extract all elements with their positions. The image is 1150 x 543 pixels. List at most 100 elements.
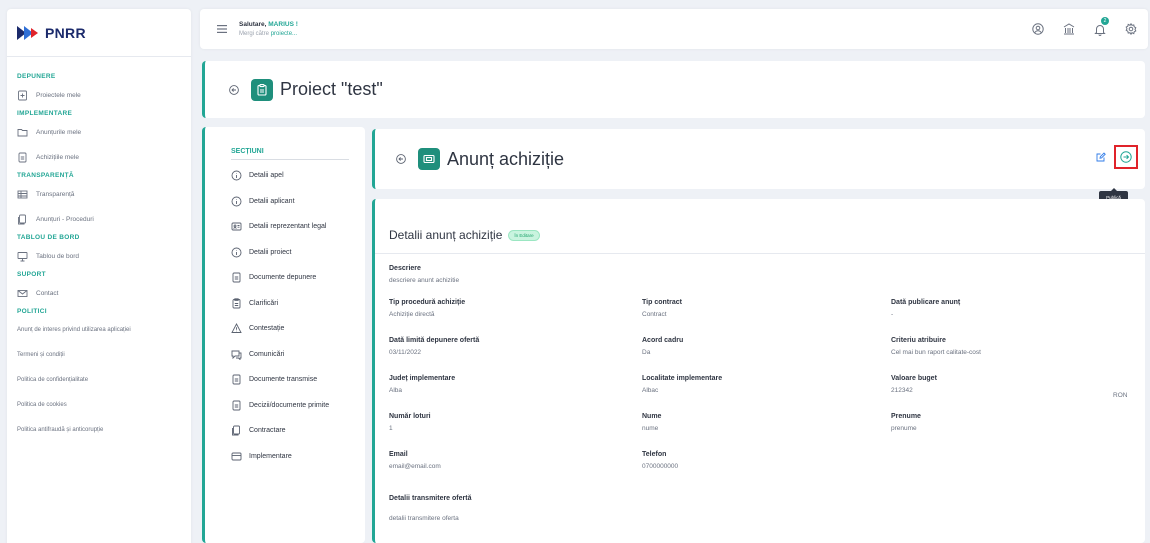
section-item[interactable]: Comunicări bbox=[205, 342, 365, 368]
divider bbox=[375, 253, 1145, 254]
status-badge: În Editare bbox=[508, 229, 540, 241]
section-item-label: Detalii proiect bbox=[249, 248, 292, 256]
field-value: 03/11/2022 bbox=[389, 349, 422, 356]
sidebar-item[interactable]: Tablou de bord bbox=[7, 244, 191, 269]
nav-hint-text: Mergi către bbox=[239, 31, 271, 37]
detail-field: Telefon 0700000000 bbox=[642, 451, 678, 470]
institution-icon[interactable] bbox=[1062, 22, 1076, 36]
policy-link[interactable]: Politica antifraudă și anticorupție bbox=[7, 418, 191, 443]
field-value: descriere anunt achizitie bbox=[389, 277, 460, 284]
greeting-text: Salutare, bbox=[239, 21, 269, 28]
field-label: Acord cadru bbox=[642, 337, 684, 344]
section-item[interactable]: Implementare bbox=[205, 444, 365, 470]
table-icon bbox=[17, 189, 28, 200]
field-label: Email bbox=[389, 451, 408, 458]
sidebar-section-title: DEPUNERE bbox=[17, 73, 56, 80]
field-value: Achiziție directă bbox=[389, 311, 435, 318]
sidebar-item[interactable]: Transparență bbox=[7, 182, 191, 207]
card-icon bbox=[231, 451, 242, 462]
field-value: 0700000000 bbox=[642, 463, 679, 470]
section-item[interactable]: Contractare bbox=[205, 418, 365, 444]
warning-icon bbox=[231, 323, 242, 334]
section-item[interactable]: Detalii aplicant bbox=[205, 189, 365, 215]
settings-icon[interactable] bbox=[1124, 22, 1138, 36]
detail-field: Tip contract Contract bbox=[642, 299, 682, 318]
section-item[interactable]: Contestație bbox=[205, 316, 365, 342]
files-icon bbox=[17, 214, 28, 225]
policy-link[interactable]: Termeni și condiții bbox=[7, 343, 191, 368]
detail-field: Județ implementare Alba bbox=[389, 375, 455, 394]
files-icon bbox=[231, 425, 242, 436]
info-icon bbox=[231, 170, 242, 181]
section-item-label: Contractare bbox=[249, 427, 286, 435]
section-item[interactable]: Decizii/documente primite bbox=[205, 393, 365, 419]
section-item[interactable]: Detalii apel bbox=[205, 163, 365, 189]
user-icon[interactable] bbox=[1031, 22, 1045, 36]
sidebar-item-label: Tablou de bord bbox=[36, 253, 80, 260]
ticket-icon bbox=[418, 148, 440, 170]
bell-icon[interactable]: 2 bbox=[1093, 17, 1109, 36]
sidebar-item[interactable]: Contact bbox=[7, 281, 191, 306]
details-title: Detalii anunț achiziție bbox=[389, 228, 503, 242]
menu-icon[interactable] bbox=[217, 20, 227, 38]
detail-field: Număr loturi 1 bbox=[389, 413, 431, 432]
field-value: 212342 bbox=[891, 387, 913, 394]
field-label: Număr loturi bbox=[389, 413, 431, 420]
logo-icon bbox=[17, 25, 39, 40]
greeting: Salutare, MARIUS ! Mergi către proiecte.… bbox=[239, 21, 298, 37]
section-item-label: Contestație bbox=[249, 325, 285, 333]
field-description: Descriere descriere anunt achizitie bbox=[389, 265, 459, 284]
section-item[interactable]: Documente transmise bbox=[205, 367, 365, 393]
sidebar-item-label: Contact bbox=[36, 290, 59, 297]
field-label: Criteriu atribuire bbox=[891, 337, 946, 344]
logo-text: PNRR bbox=[45, 24, 86, 41]
edit-icon[interactable] bbox=[1096, 152, 1106, 162]
announcement-title: Anunț achiziție bbox=[447, 148, 565, 169]
detail-field: Dată publicare anunț - bbox=[891, 299, 960, 318]
field-label: Dată publicare anunț bbox=[891, 299, 961, 306]
field-value: Cel mai bun raport calitate-cost bbox=[891, 349, 981, 356]
section-item-label: Clarificări bbox=[249, 299, 279, 307]
back-icon[interactable] bbox=[396, 154, 406, 164]
field-label: Valoare buget bbox=[891, 375, 937, 382]
sidebar-section-title: IMPLEMENTARE bbox=[17, 110, 73, 117]
publish-button[interactable] bbox=[1114, 145, 1138, 169]
field-label: Localitate implementare bbox=[642, 375, 723, 382]
clipboard-icon bbox=[231, 298, 242, 309]
mail-icon bbox=[17, 288, 28, 299]
detail-field: Tip procedură achiziție Achiziție directă bbox=[389, 299, 465, 318]
field-label: Tip contract bbox=[642, 299, 682, 306]
sidebar-item[interactable]: Anunțuri - Proceduri bbox=[7, 207, 191, 232]
sidebar: PNRR DEPUNERE Proiectele mele IMPLEMENTARE… bbox=[7, 9, 191, 543]
field-label: Nume bbox=[642, 413, 662, 420]
document-icon bbox=[231, 374, 242, 385]
back-icon[interactable] bbox=[229, 84, 239, 95]
field-value: prenume bbox=[891, 425, 917, 432]
sections-panel: SECȚIUNI Detalii apel Detalii aplicant Det… bbox=[202, 127, 365, 543]
chat-icon bbox=[231, 349, 242, 360]
sidebar-item-label: Anunțuri - Proceduri bbox=[36, 216, 94, 223]
projects-link[interactable]: proiecte... bbox=[271, 31, 297, 37]
section-item-label: Detalii apel bbox=[249, 172, 284, 180]
section-item[interactable]: Clarificări bbox=[205, 291, 365, 317]
sidebar-item[interactable]: Achizițiile mele bbox=[7, 145, 191, 170]
field-label: Descriere bbox=[389, 265, 421, 272]
section-item[interactable]: Detalii proiect bbox=[205, 240, 365, 266]
sidebar-item[interactable]: Proiectele mele bbox=[7, 83, 191, 108]
policy-link[interactable]: Anunț de interes privind utilizarea apli… bbox=[7, 318, 191, 343]
detail-field: Localitate implementare Albac bbox=[642, 375, 722, 394]
field-label: Județ implementare bbox=[389, 375, 456, 382]
sections-title: SECȚIUNI bbox=[231, 148, 264, 155]
detail-field: Prenume prenume bbox=[891, 413, 921, 432]
section-item[interactable]: Documente depunere bbox=[205, 265, 365, 291]
info-icon bbox=[231, 247, 242, 258]
policy-link[interactable]: Politica de confidențialitate bbox=[7, 368, 191, 393]
section-item[interactable]: Detalii reprezentant legal bbox=[205, 214, 365, 240]
field-value: - bbox=[891, 311, 894, 318]
info-icon bbox=[231, 196, 242, 207]
sidebar-item-label: Anunțurile mele bbox=[36, 129, 82, 136]
field-label: Detalii transmitere ofertă bbox=[389, 495, 472, 502]
logo[interactable]: PNRR bbox=[7, 9, 191, 57]
sidebar-item[interactable]: Anunțurile mele bbox=[7, 120, 191, 145]
policy-link[interactable]: Politica de cookies bbox=[7, 393, 191, 418]
